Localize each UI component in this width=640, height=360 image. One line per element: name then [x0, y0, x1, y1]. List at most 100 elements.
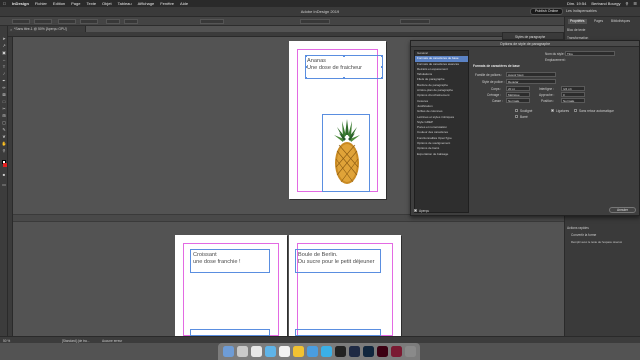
- publish-online-button[interactable]: Publish Online: [530, 8, 564, 15]
- note-tool-icon[interactable]: ✎: [2, 127, 7, 132]
- direct-selection-tool-icon[interactable]: ↗: [2, 43, 7, 48]
- control-w-field[interactable]: [58, 19, 76, 24]
- page-3[interactable]: Boule de Berlin. Du sucre pour le petit …: [289, 235, 401, 336]
- convertir-forme-link[interactable]: Convertir la forme: [571, 233, 596, 237]
- position-select[interactable]: Normale: [561, 98, 585, 103]
- illustrator-icon[interactable]: [362, 346, 374, 357]
- style-name-input[interactable]: Titre: [565, 51, 615, 56]
- frame-handle[interactable]: [343, 77, 345, 79]
- control-scale-field[interactable]: [106, 19, 120, 24]
- page-2[interactable]: Croissant une dose franchie !: [175, 235, 287, 336]
- rectangle-tool-icon[interactable]: □: [2, 99, 7, 104]
- photoshop-icon[interactable]: [348, 346, 360, 357]
- font-style-select[interactable]: Regular: [506, 79, 556, 84]
- frame-handle[interactable]: [381, 54, 383, 57]
- control-frame-field[interactable]: [400, 19, 430, 24]
- text-frame-ananas[interactable]: Ananas Une dose de fraicheur: [304, 54, 383, 79]
- tab-pages[interactable]: Pages: [592, 19, 605, 24]
- search-icon[interactable]: ⚲: [625, 1, 628, 6]
- eyedropper-tool-icon[interactable]: ❦: [2, 134, 7, 139]
- profile-select[interactable]: [Standard] (de tra...: [62, 339, 89, 343]
- pencil-tool-icon[interactable]: ✏: [2, 85, 7, 90]
- zoom-tool-icon[interactable]: ⚲: [2, 148, 7, 153]
- finder-icon[interactable]: [222, 346, 234, 357]
- zoom-level[interactable]: 50 %: [3, 339, 10, 343]
- frame-handle[interactable]: [304, 54, 307, 57]
- menu-list-icon[interactable]: ☰: [633, 1, 637, 6]
- app-store-icon[interactable]: [306, 346, 318, 357]
- page-tool-icon[interactable]: ▣: [2, 50, 7, 55]
- strikethrough-checkbox[interactable]: [515, 115, 519, 119]
- stroke-swatch-icon[interactable]: [3, 163, 7, 167]
- remplir-texte-link[interactable]: Remplir avec le texte de l'espace réserv…: [571, 240, 622, 244]
- menu-fichier[interactable]: Fichier: [35, 1, 47, 6]
- text-frame-boule[interactable]: Boule de Berlin. Du sucre pour le petit …: [295, 249, 381, 273]
- image-frame-bottom-right[interactable]: [295, 329, 381, 336]
- menu-affichage[interactable]: Affichage: [138, 1, 155, 6]
- workspace-switcher[interactable]: Les Indispensables: [566, 9, 597, 13]
- free-transform-tool-icon[interactable]: ⊞: [2, 113, 7, 118]
- calendar-icon[interactable]: [278, 346, 290, 357]
- image-frame-bottom-left[interactable]: [190, 329, 270, 336]
- gradient-tool-icon[interactable]: ▢: [2, 120, 7, 125]
- trash-icon[interactable]: [404, 346, 416, 357]
- preflight-status[interactable]: Aucune erreur: [102, 339, 122, 343]
- finder-alt-icon[interactable]: [320, 346, 332, 357]
- app-menu[interactable]: InDesign: [12, 1, 29, 6]
- pen-tool-icon[interactable]: ✒: [2, 78, 7, 83]
- no-break-checkbox[interactable]: [574, 109, 578, 113]
- image-frame-pineapple[interactable]: [322, 114, 370, 192]
- menu-tableau[interactable]: Tableau: [118, 1, 132, 6]
- cancel-button[interactable]: Annuler: [609, 207, 636, 213]
- panel-row-bloc-texte[interactable]: Bloc de texte: [567, 28, 585, 32]
- preview-checkbox[interactable]: [414, 209, 418, 213]
- indesign-doc-icon[interactable]: [390, 346, 402, 357]
- control-fx-field[interactable]: [300, 19, 330, 24]
- menu-objet[interactable]: Objet: [102, 1, 112, 6]
- system-preferences-icon[interactable]: [250, 346, 262, 357]
- frame-handle[interactable]: [381, 66, 383, 68]
- menubar-clock[interactable]: Dim. 19:54: [567, 1, 586, 6]
- paragraph-styles-tab[interactable]: Styles de paragraphe: [515, 35, 545, 39]
- tab-bibliotheques[interactable]: Bibliothèques: [609, 19, 632, 24]
- close-icon[interactable]: ×: [10, 27, 12, 32]
- tab-proprietes[interactable]: Propriétés: [568, 19, 587, 24]
- type-tool-icon[interactable]: T: [2, 64, 7, 69]
- ligatures-checkbox[interactable]: [551, 109, 555, 113]
- menu-texte[interactable]: Texte: [86, 1, 96, 6]
- screen-mode-icon[interactable]: ▭: [2, 182, 7, 187]
- gap-tool-icon[interactable]: ↔: [2, 57, 7, 62]
- menu-fenetre[interactable]: Fenêtre: [160, 1, 174, 6]
- frame-handle[interactable]: [304, 77, 307, 79]
- text-frame-croissant[interactable]: Croissant une dose franchie !: [190, 249, 270, 273]
- case-select[interactable]: Normale: [506, 98, 530, 103]
- rectangle-frame-tool-icon[interactable]: ⊠: [2, 92, 7, 97]
- launchpad-icon[interactable]: [236, 346, 248, 357]
- notes-icon[interactable]: [292, 346, 304, 357]
- apple-icon[interactable]: : [3, 1, 6, 6]
- control-rotate-field[interactable]: [124, 19, 138, 24]
- frame-handle[interactable]: [381, 77, 383, 79]
- leading-input[interactable]: (24 pt): [561, 86, 585, 91]
- apply-color-icon[interactable]: ■: [2, 172, 7, 177]
- tracking-select[interactable]: 0: [561, 92, 585, 97]
- hand-tool-icon[interactable]: ✋: [2, 141, 7, 146]
- menu-edition[interactable]: Edition: [53, 1, 65, 6]
- page-1[interactable]: Ananas Une dose de fraicheur: [289, 41, 386, 199]
- size-input[interactable]: 20 pt: [506, 86, 530, 91]
- frame-handle[interactable]: [343, 54, 345, 57]
- safari-icon[interactable]: [264, 346, 276, 357]
- underline-checkbox[interactable]: [515, 109, 519, 113]
- scissors-tool-icon[interactable]: ✂: [2, 106, 7, 111]
- dialog-category-item[interactable]: Exportation de balisage: [415, 152, 468, 157]
- menu-aide[interactable]: Aide: [180, 1, 188, 6]
- control-y-field[interactable]: [34, 19, 52, 24]
- menu-page[interactable]: Page: [71, 1, 80, 6]
- control-h-field[interactable]: [80, 19, 98, 24]
- kerning-select[interactable]: Métrique: [506, 92, 530, 97]
- font-family-select[interactable]: Avenir Next: [506, 72, 556, 77]
- terminal-icon[interactable]: [334, 346, 346, 357]
- line-tool-icon[interactable]: /: [2, 71, 7, 76]
- selection-tool-icon[interactable]: ➤: [2, 36, 7, 41]
- control-x-field[interactable]: [12, 19, 30, 24]
